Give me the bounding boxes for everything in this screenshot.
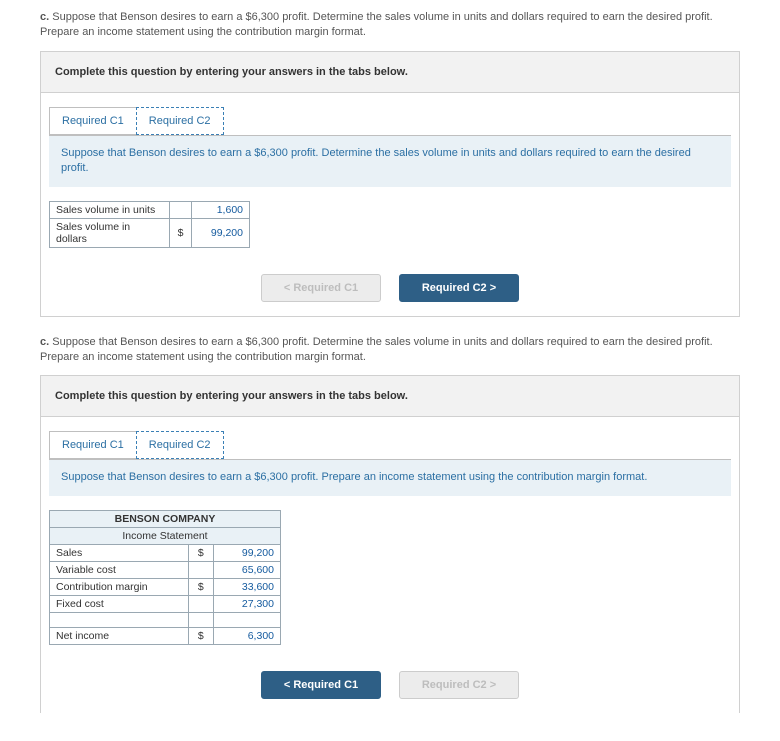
table-row: Sales volume in units 1,600 — [50, 201, 250, 218]
nav-prev-button-b[interactable]: < Required C1 — [261, 671, 381, 699]
table-row: Variable cost 65,600 — [50, 561, 281, 578]
table-row: Sales volume in dollars $ 99,200 — [50, 218, 250, 247]
row-units-sym[interactable] — [170, 201, 192, 218]
tabs-1: Required C1 Required C2 — [49, 107, 739, 135]
varcost-value[interactable]: 65,600 — [214, 561, 281, 578]
table-row: Sales $ 99,200 — [50, 544, 281, 561]
q1-body: Suppose that Benson desires to earn a $6… — [40, 11, 713, 38]
q1-prefix: c. — [40, 11, 49, 23]
fixed-sym[interactable] — [188, 595, 213, 612]
fixed-label[interactable]: Fixed cost — [50, 595, 189, 612]
netincome-sym[interactable]: $ — [188, 627, 213, 644]
instruction-bar-2: Complete this question by entering your … — [41, 376, 739, 417]
statement-title: Income Statement — [50, 527, 281, 544]
table-row: Fixed cost 27,300 — [50, 595, 281, 612]
tab-required-c2-b[interactable]: Required C2 — [136, 431, 224, 459]
question-c1-text: c. Suppose that Benson desires to earn a… — [40, 10, 740, 41]
blank-value[interactable] — [214, 612, 281, 627]
row-dollars-sym[interactable]: $ — [170, 218, 192, 247]
answer-area-2: BENSON COMPANY Income Statement Sales $ … — [41, 496, 739, 661]
row-dollars-label: Sales volume in dollars — [50, 218, 170, 247]
question-c2-text: c. Suppose that Benson desires to earn a… — [40, 335, 740, 366]
table-row — [50, 612, 281, 627]
panel-c1: Complete this question by entering your … — [40, 51, 740, 317]
sales-value[interactable]: 99,200 — [214, 544, 281, 561]
tab-required-c2[interactable]: Required C2 — [136, 107, 224, 135]
table-row: Contribution margin $ 33,600 — [50, 578, 281, 595]
row-dollars-value[interactable]: 99,200 — [192, 218, 250, 247]
q2-body: Suppose that Benson desires to earn a $6… — [40, 336, 713, 363]
netincome-value[interactable]: 6,300 — [214, 627, 281, 644]
subprompt-2: Suppose that Benson desires to earn a $6… — [49, 459, 731, 495]
fixed-value[interactable]: 27,300 — [214, 595, 281, 612]
netincome-label[interactable]: Net income — [50, 627, 189, 644]
income-statement-table: BENSON COMPANY Income Statement Sales $ … — [49, 510, 281, 645]
nav-row-1: < Required C1 Required C2 > — [41, 264, 739, 316]
sales-volume-table: Sales volume in units 1,600 Sales volume… — [49, 201, 250, 248]
cm-sym[interactable]: $ — [188, 578, 213, 595]
row-units-label: Sales volume in units — [50, 201, 170, 218]
panel-c2: Complete this question by entering your … — [40, 375, 740, 712]
table-row: Net income $ 6,300 — [50, 627, 281, 644]
nav-prev-button[interactable]: < Required C1 — [261, 274, 381, 302]
sales-label[interactable]: Sales — [50, 544, 189, 561]
tabs-2: Required C1 Required C2 — [49, 431, 739, 459]
cm-label[interactable]: Contribution margin — [50, 578, 189, 595]
varcost-sym[interactable] — [188, 561, 213, 578]
tab-required-c1[interactable]: Required C1 — [49, 107, 137, 135]
varcost-label[interactable]: Variable cost — [50, 561, 189, 578]
blank-label[interactable] — [50, 612, 189, 627]
nav-next-button[interactable]: Required C2 > — [399, 274, 519, 302]
nav-row-2: < Required C1 Required C2 > — [41, 661, 739, 713]
answer-area-1: Sales volume in units 1,600 Sales volume… — [41, 187, 739, 264]
tab-required-c1-b[interactable]: Required C1 — [49, 431, 137, 459]
cm-value[interactable]: 33,600 — [214, 578, 281, 595]
subprompt-1: Suppose that Benson desires to earn a $6… — [49, 135, 731, 187]
instruction-bar-1: Complete this question by entering your … — [41, 52, 739, 93]
nav-next-button-b[interactable]: Required C2 > — [399, 671, 519, 699]
blank-sym[interactable] — [188, 612, 213, 627]
q2-prefix: c. — [40, 336, 49, 348]
row-units-value[interactable]: 1,600 — [192, 201, 250, 218]
sales-sym[interactable]: $ — [188, 544, 213, 561]
company-header: BENSON COMPANY — [50, 510, 281, 527]
